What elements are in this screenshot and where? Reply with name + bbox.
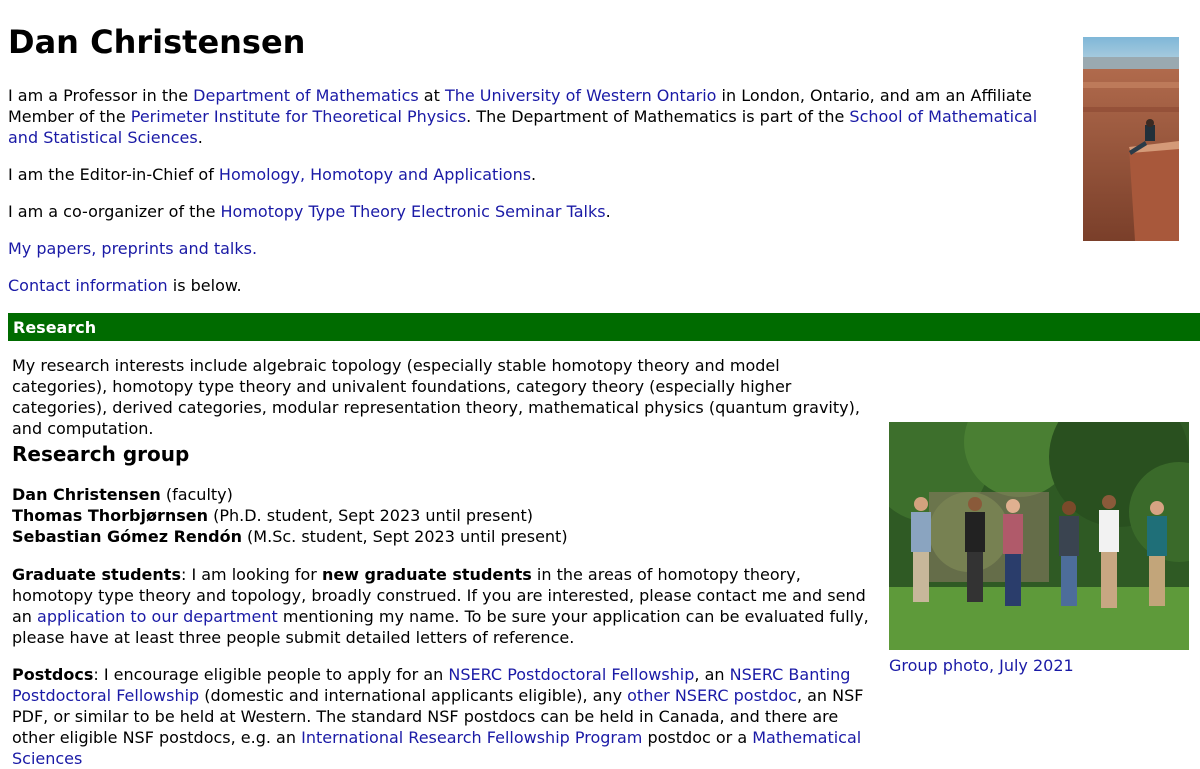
intro-paragraph-seminar: I am a co-organizer of the Homotopy Type… [8,201,1068,222]
link-nserc-postdoctoral-fellowship[interactable]: NSERC Postdoctoral Fellowship [448,665,694,684]
intro-text: I am the Editor-in-Chief of [8,165,219,184]
intro-paragraph-contact: Contact information is below. [8,275,1068,296]
postdoc-text: : I encourage eligible people to apply f… [93,665,449,684]
intro-text: is below. [167,276,242,295]
profile-photo [1083,37,1179,241]
postdoc-text: , an [694,665,730,684]
group-photo[interactable] [889,422,1189,650]
postdocs-label: Postdocs [12,665,94,684]
link-hott-electronic-seminar[interactable]: Homotopy Type Theory Electronic Seminar … [221,202,606,221]
link-department-of-mathematics[interactable]: Department of Mathematics [193,86,419,105]
link-perimeter-institute[interactable]: Perimeter Institute for Theoretical Phys… [131,107,466,126]
intro-text: at [418,86,445,105]
member-role: (Ph.D. student, Sept 2023 until present) [208,506,533,525]
link-university-of-western-ontario[interactable]: The University of Western Ontario [445,86,716,105]
research-group-members: Dan Christensen (faculty) Thomas Thorbjør… [12,484,872,547]
postdocs-paragraph: Postdocs: I encourage eligible people to… [12,664,872,769]
intro-paragraph-position: I am a Professor in the Department of Ma… [8,85,1068,148]
intro-text: . [531,165,537,184]
postdoc-text: postdoc or a [642,728,753,747]
page-title: Dan Christensen [8,23,306,61]
intro-paragraph-papers: My papers, preprints and talks. [8,238,1068,259]
graduate-students-paragraph: Graduate students: I am looking for new … [12,564,872,648]
research-section-header: Research [8,313,1200,341]
member-name: Thomas Thorbjørnsen [12,506,209,525]
group-photo-caption-link[interactable]: Group photo, July 2021 [889,655,1074,676]
intro-text: I am a co-organizer of the [8,202,221,221]
research-header-label: Research [13,318,97,337]
member-role: (M.Sc. student, Sept 2023 until present) [241,527,568,546]
link-other-nserc-postdoc[interactable]: other NSERC postdoc [627,686,797,705]
link-international-research-fellowship-program[interactable]: International Research Fellowship Progra… [301,728,642,747]
grad-text: : I am looking for [180,565,322,584]
intro-text: . [605,202,611,221]
graduate-students-label: Graduate students [12,565,181,584]
link-homology-homotopy-applications[interactable]: Homology, Homotopy and Applications [219,165,531,184]
intro-text: . The Department of Mathematics is part … [466,107,850,126]
grad-bold-text: new graduate students [321,565,532,584]
link-papers-preprints-talks[interactable]: My papers, preprints and talks. [8,239,257,258]
member-name: Sebastian Gómez Rendón [12,527,242,546]
link-application-to-department[interactable]: application to our department [37,607,278,626]
postdoc-text: (domestic and international applicants e… [199,686,628,705]
member-name: Dan Christensen [12,485,161,504]
link-contact-information[interactable]: Contact information [8,276,168,295]
research-group-heading: Research group [12,442,190,466]
member-role: (faculty) [160,485,233,504]
intro-paragraph-editor: I am the Editor-in-Chief of Homology, Ho… [8,164,1068,185]
research-interests: My research interests include algebraic … [12,356,860,438]
intro-text: I am a Professor in the [8,86,194,105]
intro-text: . [197,128,203,147]
